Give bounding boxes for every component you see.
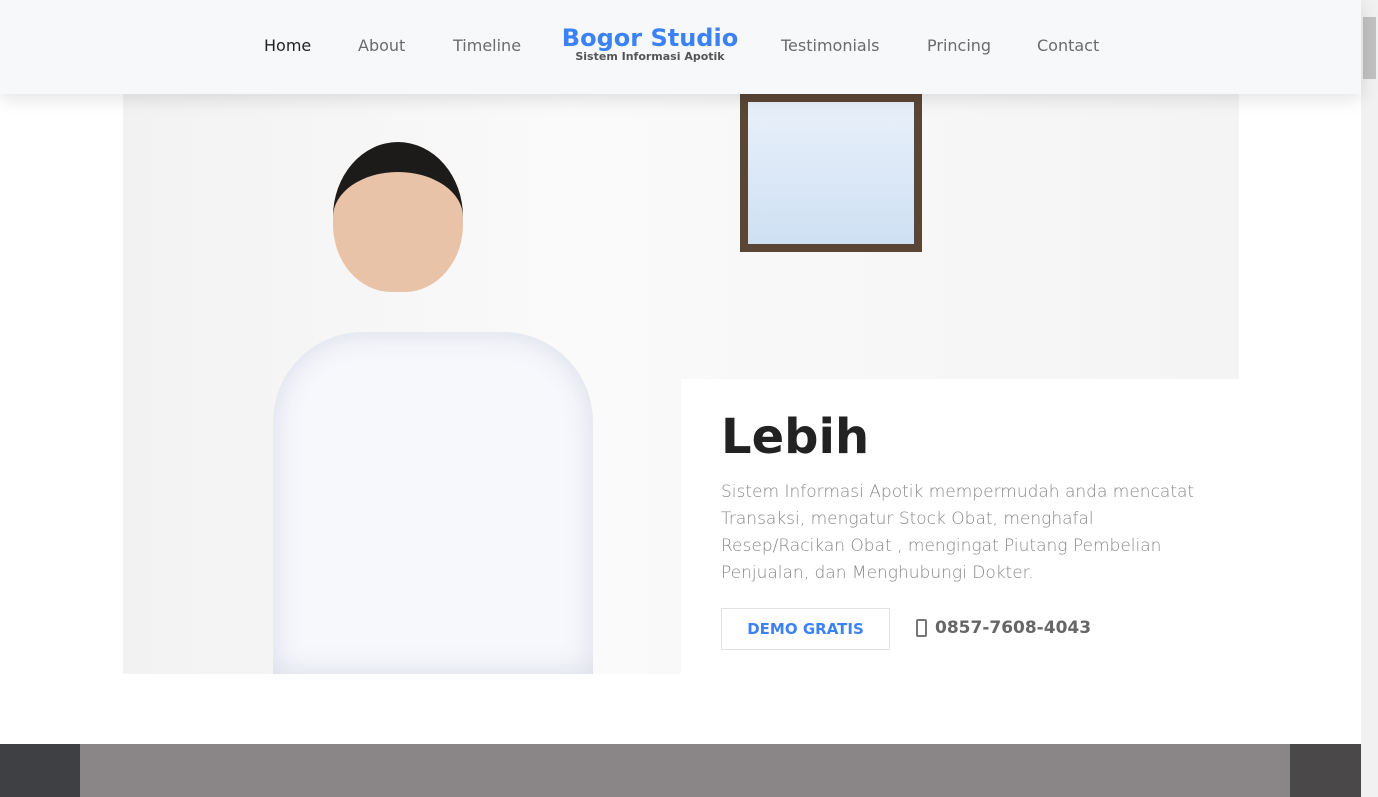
phone-number: 0857-7608-4043	[935, 618, 1092, 638]
brand-subtitle: Sistem Informasi Apotik	[575, 50, 725, 63]
wall-poster	[740, 94, 922, 252]
phone-contact[interactable]: 0857-7608-4043	[916, 618, 1091, 638]
brand-logo[interactable]: Bogor Studio Sistem Informasi Apotik	[560, 24, 740, 63]
pharmacist-photo	[273, 142, 593, 674]
nav-about[interactable]: About	[358, 36, 405, 55]
hero-title: Lebih	[721, 409, 870, 465]
navbar: Home About Timeline Bogor Studio Sistem …	[0, 0, 1361, 94]
nav-timeline[interactable]: Timeline	[453, 36, 521, 55]
scrollbar-thumb[interactable]	[1363, 17, 1376, 79]
hero-description: Sistem Informasi Apotik mempermudah anda…	[721, 482, 1195, 583]
mobile-phone-icon	[916, 619, 927, 637]
hero-card: Lebih Sistem Informasi Apotik mempermuda…	[681, 379, 1239, 674]
brand-title: Bogor Studio	[561, 24, 739, 52]
nav-contact[interactable]: Contact	[1037, 36, 1099, 55]
nav-testimonials[interactable]: Testimonials	[781, 36, 880, 55]
scrollbar[interactable]	[1361, 0, 1378, 797]
nav-pricing[interactable]: Princing	[927, 36, 991, 55]
demo-gratis-button[interactable]: DEMO GRATIS	[721, 608, 890, 650]
nav-home[interactable]: Home	[264, 36, 311, 55]
next-section-image	[0, 744, 1361, 797]
